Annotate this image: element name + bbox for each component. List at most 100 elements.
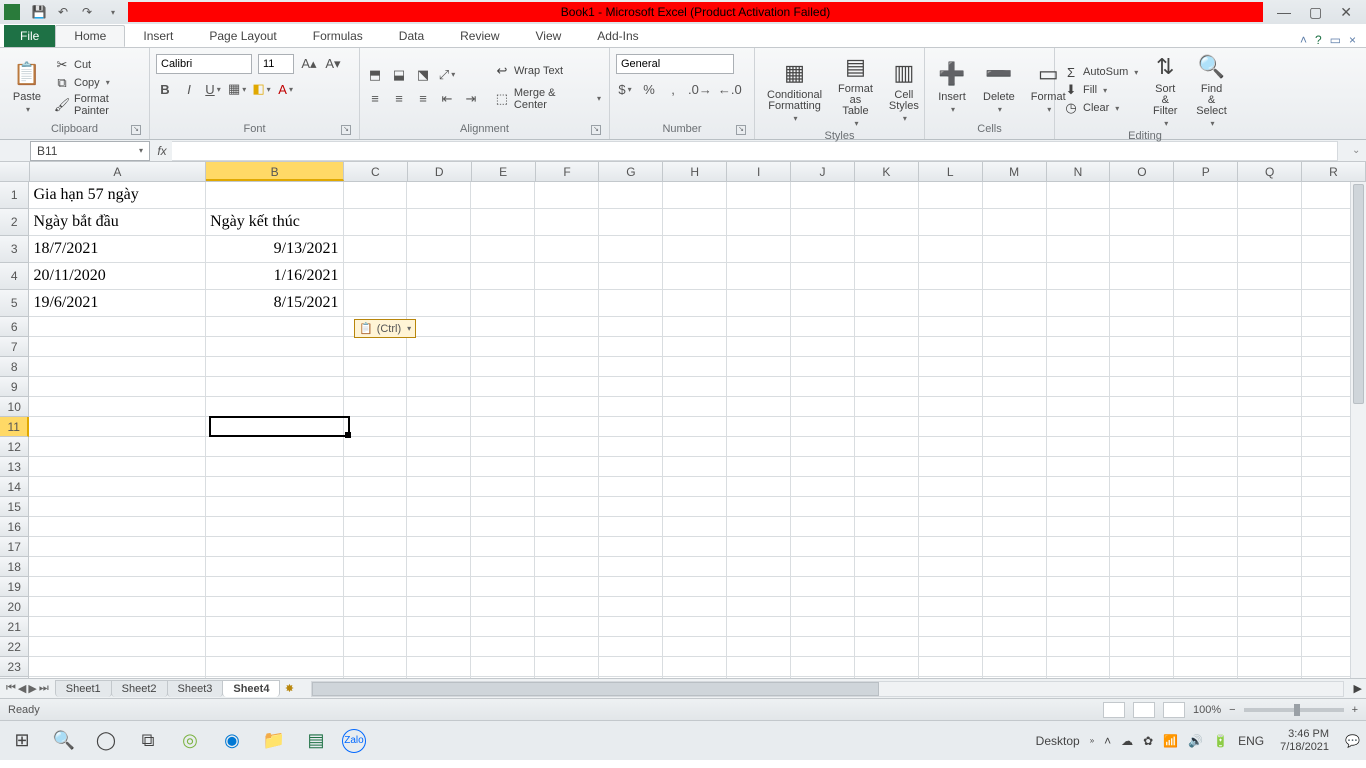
cell-O7[interactable] <box>1110 337 1174 357</box>
cell-H2[interactable] <box>663 209 727 236</box>
cell-I20[interactable] <box>727 597 791 617</box>
cell-L11[interactable] <box>919 417 983 437</box>
column-header-D[interactable]: D <box>408 162 472 181</box>
cortana-button[interactable]: ◯ <box>90 725 122 757</box>
undo-icon[interactable]: ↶ <box>54 3 72 21</box>
cell-A24[interactable] <box>29 677 206 678</box>
cell-A20[interactable] <box>29 597 206 617</box>
cell-J4[interactable] <box>791 263 855 290</box>
cell-G17[interactable] <box>599 537 663 557</box>
row-header-5[interactable]: 5 <box>0 290 29 317</box>
help-icon[interactable]: ? <box>1315 33 1322 47</box>
cell-G3[interactable] <box>599 236 663 263</box>
cell-F11[interactable] <box>535 417 599 437</box>
cell-A11[interactable] <box>29 417 206 437</box>
cell-M12[interactable] <box>983 437 1047 457</box>
cell-E14[interactable] <box>471 477 535 497</box>
home-tab[interactable]: Home <box>55 25 125 47</box>
cell-P9[interactable] <box>1174 377 1238 397</box>
cell-B18[interactable] <box>206 557 343 577</box>
cell-N1[interactable] <box>1047 182 1111 209</box>
row-header-14[interactable]: 14 <box>0 477 29 497</box>
cell-H10[interactable] <box>663 397 727 417</box>
cell-K23[interactable] <box>855 657 919 677</box>
cell-O19[interactable] <box>1110 577 1174 597</box>
app-explorer[interactable]: 📁 <box>258 725 290 757</box>
cell-N21[interactable] <box>1047 617 1111 637</box>
cell-D13[interactable] <box>407 457 471 477</box>
cell-L17[interactable] <box>919 537 983 557</box>
cell-J22[interactable] <box>791 637 855 657</box>
cell-G18[interactable] <box>599 557 663 577</box>
font-size-input[interactable] <box>258 54 294 74</box>
cell-Q10[interactable] <box>1238 397 1302 417</box>
cell-B12[interactable] <box>206 437 343 457</box>
column-header-I[interactable]: I <box>727 162 791 181</box>
cell-D10[interactable] <box>407 397 471 417</box>
merge-center-button[interactable]: ⬚Merge & Center▾ <box>492 86 603 112</box>
view-tab[interactable]: View <box>518 25 580 47</box>
cell-K4[interactable] <box>855 263 919 290</box>
cell-P5[interactable] <box>1174 290 1238 317</box>
cell-E17[interactable] <box>471 537 535 557</box>
cell-F4[interactable] <box>535 263 599 290</box>
cell-L5[interactable] <box>919 290 983 317</box>
cell-B17[interactable] <box>206 537 343 557</box>
cell-D2[interactable] <box>407 209 471 236</box>
cell-P18[interactable] <box>1174 557 1238 577</box>
cell-B2[interactable]: Ngày kết thúc <box>206 209 343 236</box>
column-header-J[interactable]: J <box>791 162 855 181</box>
cell-H15[interactable] <box>663 497 727 517</box>
cell-F16[interactable] <box>535 517 599 537</box>
row-header-12[interactable]: 12 <box>0 437 29 457</box>
cell-I21[interactable] <box>727 617 791 637</box>
cell-Q5[interactable] <box>1238 290 1302 317</box>
cell-C16[interactable] <box>344 517 408 537</box>
cell-A3[interactable]: 18/7/2021 <box>29 236 206 263</box>
cell-M23[interactable] <box>983 657 1047 677</box>
cell-A18[interactable] <box>29 557 206 577</box>
cell-A1[interactable]: Gia hạn 57 ngày <box>29 182 206 209</box>
cell-K9[interactable] <box>855 377 919 397</box>
cell-P7[interactable] <box>1174 337 1238 357</box>
cell-J16[interactable] <box>791 517 855 537</box>
cell-N6[interactable] <box>1047 317 1111 337</box>
row-header-21[interactable]: 21 <box>0 617 29 637</box>
cell-M6[interactable] <box>983 317 1047 337</box>
cell-Q22[interactable] <box>1238 637 1302 657</box>
row-header-20[interactable]: 20 <box>0 597 29 617</box>
autosum-button[interactable]: ΣAutoSum▾ <box>1061 63 1140 81</box>
cell-P3[interactable] <box>1174 236 1238 263</box>
cell-C18[interactable] <box>344 557 408 577</box>
cell-I23[interactable] <box>727 657 791 677</box>
cell-E4[interactable] <box>471 263 535 290</box>
cell-I11[interactable] <box>727 417 791 437</box>
cell-L15[interactable] <box>919 497 983 517</box>
cell-N10[interactable] <box>1047 397 1111 417</box>
search-button[interactable]: 🔍 <box>48 725 80 757</box>
cell-J7[interactable] <box>791 337 855 357</box>
cell-N4[interactable] <box>1047 263 1111 290</box>
cell-K1[interactable] <box>855 182 919 209</box>
cell-C3[interactable] <box>344 236 408 263</box>
cell-A17[interactable] <box>29 537 206 557</box>
cell-P21[interactable] <box>1174 617 1238 637</box>
cell-J9[interactable] <box>791 377 855 397</box>
cell-P16[interactable] <box>1174 517 1238 537</box>
cell-D23[interactable] <box>407 657 471 677</box>
cell-E11[interactable] <box>471 417 535 437</box>
align-top-button[interactable]: ⬒ <box>366 66 384 84</box>
hscroll-right[interactable]: ▶ <box>1350 682 1366 695</box>
cell-C23[interactable] <box>344 657 408 677</box>
cell-G6[interactable] <box>599 317 663 337</box>
cell-Q8[interactable] <box>1238 357 1302 377</box>
row-header-6[interactable]: 6 <box>0 317 29 337</box>
cell-O14[interactable] <box>1110 477 1174 497</box>
cell-I6[interactable] <box>727 317 791 337</box>
cell-A13[interactable] <box>29 457 206 477</box>
column-header-E[interactable]: E <box>472 162 536 181</box>
cell-E24[interactable] <box>471 677 535 678</box>
cell-H24[interactable] <box>663 677 727 678</box>
cell-D21[interactable] <box>407 617 471 637</box>
app-excel[interactable]: ▤ <box>300 725 332 757</box>
